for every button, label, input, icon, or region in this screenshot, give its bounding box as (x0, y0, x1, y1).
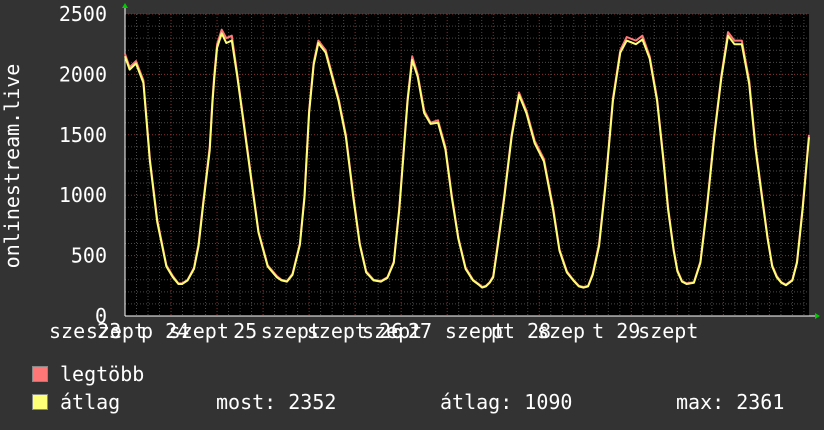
x-tick-label: t 29 (592, 319, 640, 343)
x-tick-label: 27 (408, 319, 432, 343)
legend-label-avg: átlag (60, 390, 121, 414)
y-tick-label: 1000 (59, 183, 107, 207)
y-tick-labels: 05001000150020002500 (59, 2, 107, 328)
y-tick-label: 1500 (59, 123, 107, 147)
y-axis-label: onlinestream.live (0, 64, 24, 269)
y-tick-label: 500 (71, 244, 107, 268)
x-tick-label: szept (638, 319, 698, 343)
y-tick-label: 2500 (59, 2, 107, 26)
stat-current: most: 2352 (216, 390, 337, 414)
x-tick-labels: sze 23szeptp 24szept 25 szeptszept 26szept… (49, 319, 698, 343)
x-tick-label: 25 (233, 319, 257, 343)
stat-max: max: 2361 (676, 390, 785, 414)
x-tick-label: szept (86, 319, 146, 343)
legend-label-max: legtöbb (60, 362, 145, 386)
y-axis-arrow (122, 3, 128, 8)
y-tick-label: 2000 (59, 62, 107, 86)
x-tick-label: szep (537, 319, 585, 343)
legend-swatch-avg (32, 394, 48, 410)
legend-item-avg: átlag (32, 392, 120, 412)
stat-average: átlag: 1090 (440, 390, 573, 414)
x-tick-label: szept (169, 319, 229, 343)
legend-item-max: legtöbb (32, 364, 144, 384)
legend-swatch-max (32, 366, 48, 382)
x-axis-arrow (815, 313, 820, 319)
